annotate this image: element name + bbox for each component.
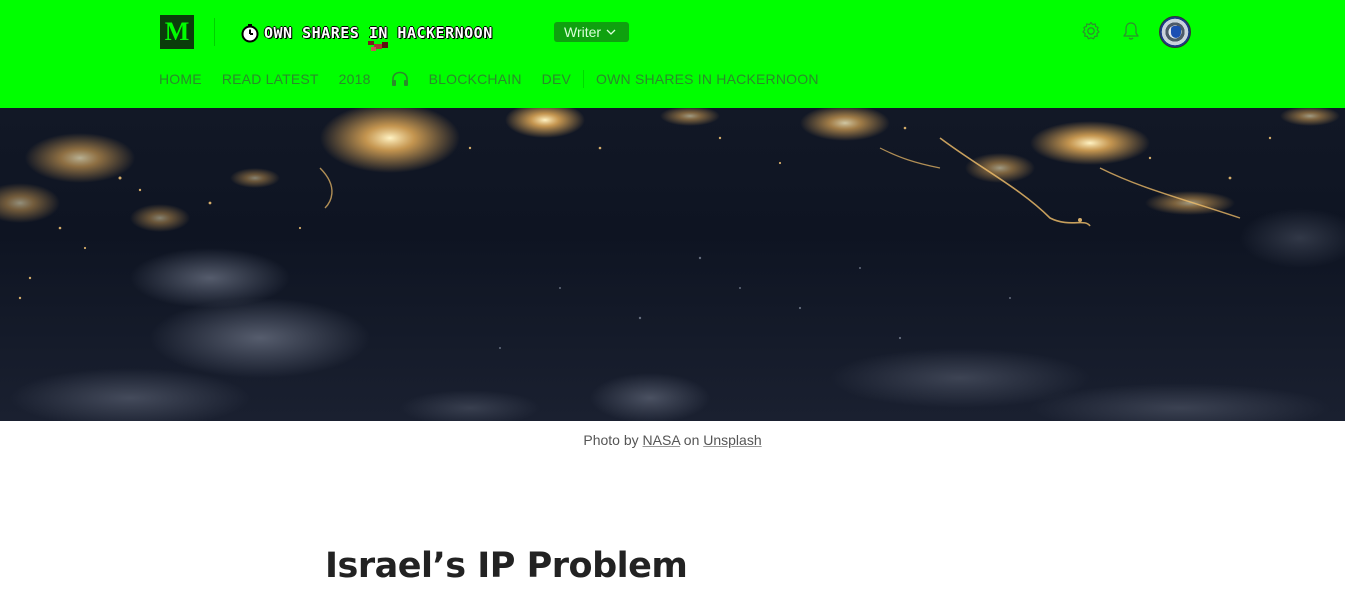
medium-logo[interactable]: M — [160, 15, 194, 49]
publication-logo[interactable]: OWN SHARES IN HACKERNOON — [240, 18, 493, 51]
site-header: M OWN SHARES IN HACKERNOON Writer HOME R… — [0, 0, 1345, 108]
header-divider — [214, 18, 215, 46]
avatar[interactable] — [1159, 16, 1191, 48]
earth-at-night-photo — [0, 108, 1345, 421]
nav-item-home[interactable]: HOME — [159, 71, 202, 87]
nav-item-read-latest[interactable]: READ LATEST — [222, 71, 319, 87]
writer-label: Writer — [564, 24, 602, 40]
caption-author-link[interactable]: NASA — [643, 432, 680, 448]
nav-item-blockchain[interactable]: BLOCKCHAIN — [429, 71, 522, 87]
hero-caption: Photo by NASA on Unsplash — [0, 432, 1345, 448]
bell-icon[interactable] — [1120, 20, 1142, 42]
nav-item-own-shares[interactable]: OWN SHARES IN HACKERNOON — [596, 71, 819, 87]
nav-item-dev[interactable]: DEV — [542, 71, 571, 87]
settings-icon[interactable] — [1080, 20, 1102, 42]
writer-dropdown-button[interactable]: Writer — [554, 22, 629, 42]
caption-source-link[interactable]: Unsplash — [703, 432, 761, 448]
caption-prefix: Photo by — [583, 432, 639, 448]
glitch-decoration — [368, 38, 392, 51]
nav-item-2018[interactable]: 2018 — [339, 71, 371, 87]
headphones-icon[interactable] — [391, 71, 409, 87]
hero-image — [0, 108, 1345, 421]
chevron-down-icon — [606, 29, 616, 35]
clock-icon — [240, 23, 260, 43]
publication-nav: HOME READ LATEST 2018 BLOCKCHAIN DEV OWN… — [159, 70, 839, 88]
nav-divider — [583, 70, 585, 88]
caption-mid: on — [683, 432, 700, 448]
article-title: Israel’s IP Problem — [325, 546, 688, 586]
